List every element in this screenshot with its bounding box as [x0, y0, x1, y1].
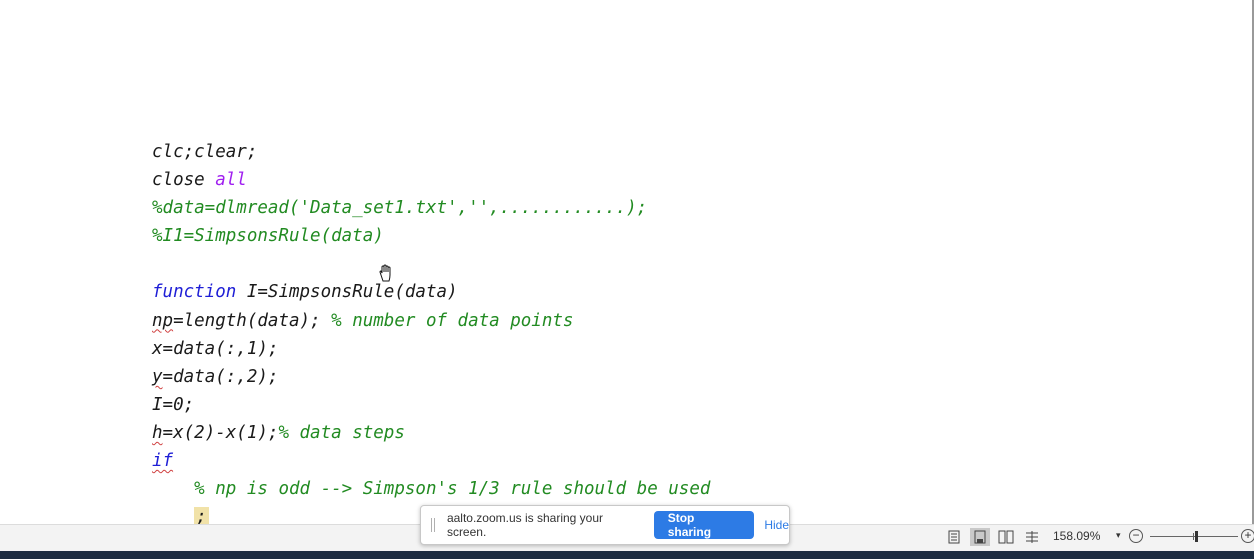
- code-line: y=data(:,2);: [152, 363, 710, 391]
- code-line: clc;clear;: [152, 138, 710, 166]
- document-page: clc;clear; close all %data=dlmread('Data_s…: [0, 0, 1252, 524]
- zoom-in-button[interactable]: +: [1241, 529, 1254, 543]
- taskbar-strip: [0, 551, 1254, 559]
- code-token: all: [215, 170, 247, 191]
- code-line: x=data(:,1);: [152, 335, 710, 363]
- code-line: I=0;: [152, 391, 710, 419]
- code-token: function: [152, 282, 237, 303]
- code-token: clc;clear;: [152, 142, 258, 162]
- code-token: close: [152, 170, 216, 191]
- code-token: % number of data points: [331, 310, 574, 331]
- code-line: %data=dlmread('Data_set1.txt','',.......…: [152, 194, 710, 222]
- code-token: ;: [194, 507, 209, 524]
- code-token: np: [152, 310, 174, 331]
- code-token: =length(data);: [173, 310, 332, 331]
- code-token: % data steps: [278, 422, 405, 443]
- screen-share-banner: aalto.zoom.us is sharing your screen. St…: [420, 505, 790, 545]
- hide-link[interactable]: Hide: [764, 518, 789, 532]
- zoom-out-button[interactable]: −: [1129, 529, 1143, 543]
- stop-sharing-button[interactable]: Stop sharing: [653, 511, 755, 539]
- code-token: y: [152, 366, 163, 387]
- code-token: x=data(:,1);: [152, 338, 279, 359]
- hand-cursor-icon: [379, 264, 391, 282]
- code-token: I=SimpsonsRule(data): [236, 282, 458, 303]
- share-message: aalto.zoom.us is sharing your screen.: [446, 511, 604, 539]
- code-token: % np is odd --> Simpson's 1/3 rule shoul…: [194, 479, 711, 500]
- code-line: %I1=SimpsonsRule(data): [152, 222, 710, 250]
- code-line: close all: [152, 166, 710, 194]
- code-token: %data=dlmread('Data_set1.txt','',.......…: [152, 198, 648, 219]
- matlab-code-block: clc;clear; close all %data=dlmread('Data_s…: [152, 138, 710, 524]
- code-token: h: [152, 422, 163, 443]
- code-token: if: [152, 451, 174, 472]
- web-layout-icon[interactable]: [996, 528, 1016, 546]
- read-mode-icon[interactable]: [944, 528, 964, 546]
- code-line: if: [152, 447, 710, 475]
- view-mode-buttons: [944, 528, 1042, 546]
- zoom-level[interactable]: 158.09%: [1053, 529, 1100, 543]
- code-token: I=0;: [152, 394, 195, 415]
- code-line: function I=SimpsonsRule(data): [152, 278, 710, 306]
- code-token: =x(2)-x(1);: [162, 422, 279, 443]
- code-line: np=length(data); % number of data points: [152, 307, 710, 335]
- zoom-slider-thumb[interactable]: [1194, 531, 1198, 542]
- drag-grip-icon[interactable]: [431, 518, 437, 532]
- code-token: %I1=SimpsonsRule(data): [152, 226, 384, 247]
- code-line: % np is odd --> Simpson's 1/3 rule shoul…: [152, 475, 710, 503]
- print-layout-icon[interactable]: [970, 528, 990, 546]
- code-line: h=x(2)-x(1);% data steps: [152, 419, 710, 447]
- zoom-caret-icon[interactable]: ▾: [1116, 530, 1121, 541]
- code-token: =data(:,2);: [162, 366, 279, 387]
- outline-icon[interactable]: [1022, 528, 1042, 546]
